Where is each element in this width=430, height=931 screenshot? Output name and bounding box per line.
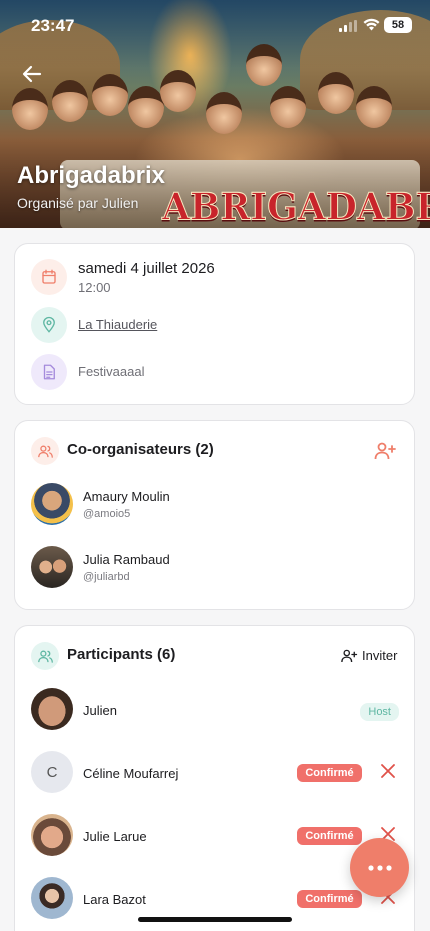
users-icon	[31, 642, 59, 670]
wifi-icon	[363, 18, 380, 31]
add-user-icon	[341, 649, 358, 663]
event-organizer: Organisé par Julien	[17, 195, 139, 211]
more-actions-button[interactable]	[350, 838, 409, 897]
confirmed-badge: Confirmé	[297, 827, 362, 845]
event-time: 12:00	[78, 280, 111, 295]
coorganizer-handle: @juliarbd	[83, 571, 130, 583]
remove-participant-icon[interactable]	[380, 763, 396, 779]
avatar	[31, 688, 73, 730]
status-bar: 23:47 58	[0, 14, 430, 38]
invite-button[interactable]: Inviter	[340, 646, 402, 668]
location-pin-icon	[31, 307, 67, 343]
host-badge: Host	[360, 703, 399, 721]
avatar	[31, 483, 73, 525]
coorganizers-card: Co-organisateurs (2) Amaury Moulin @amoi…	[14, 420, 415, 610]
document-icon	[31, 354, 67, 390]
coorganizer-handle: @amoio5	[83, 508, 131, 520]
back-arrow-icon[interactable]	[20, 62, 44, 86]
coorganizer-name: Julia Rambaud	[83, 552, 170, 567]
participant-name: Lara Bazot	[83, 892, 146, 907]
event-info-card: samedi 4 juillet 2026 12:00 La Thiauderi…	[14, 243, 415, 405]
confirmed-badge: Confirmé	[297, 890, 362, 908]
calendar-icon	[31, 259, 67, 295]
event-location-link[interactable]: La Thiauderie	[78, 317, 157, 332]
participant-name: Julie Larue	[83, 829, 147, 844]
avatar	[31, 546, 73, 588]
participant-row[interactable]: Julie Larue Confirmé	[31, 814, 401, 858]
event-cover-image: ABRIGADABRIX 23:47 58 Abrigadabrix Organ…	[0, 0, 430, 228]
participant-row[interactable]: Lara Bazot Confirmé	[31, 877, 401, 921]
event-date: samedi 4 juillet 2026	[78, 260, 215, 277]
avatar: C	[31, 751, 73, 793]
event-description: Festivaaaal	[78, 364, 145, 379]
coorganizers-title: Co-organisateurs (2)	[67, 441, 214, 458]
more-dots-icon	[367, 864, 392, 871]
participant-name: Céline Moufarrej	[83, 766, 179, 781]
signal-icon	[339, 20, 357, 32]
avatar	[31, 814, 73, 856]
participant-name: Julien	[83, 703, 117, 718]
participants-title: Participants (6)	[67, 646, 176, 663]
coorganizer-name: Amaury Moulin	[83, 489, 170, 504]
add-coorganizer-icon[interactable]	[373, 439, 397, 463]
home-indicator	[138, 917, 292, 922]
users-icon	[31, 437, 59, 465]
status-time: 23:47	[31, 16, 75, 35]
participant-row[interactable]: C Céline Moufarrej Confirmé	[31, 751, 401, 795]
avatar	[31, 877, 73, 919]
event-title: Abrigadabrix	[17, 162, 166, 189]
battery-indicator: 58	[384, 17, 412, 33]
coorganizer-row[interactable]: Julia Rambaud @juliarbd	[31, 546, 401, 590]
invite-label: Inviter	[362, 648, 398, 663]
confirmed-badge: Confirmé	[297, 764, 362, 782]
participant-row[interactable]: Julien Host	[31, 688, 401, 732]
coorganizer-row[interactable]: Amaury Moulin @amoio5	[31, 483, 401, 527]
cover-logo: ABRIGADABRIX	[161, 184, 430, 228]
